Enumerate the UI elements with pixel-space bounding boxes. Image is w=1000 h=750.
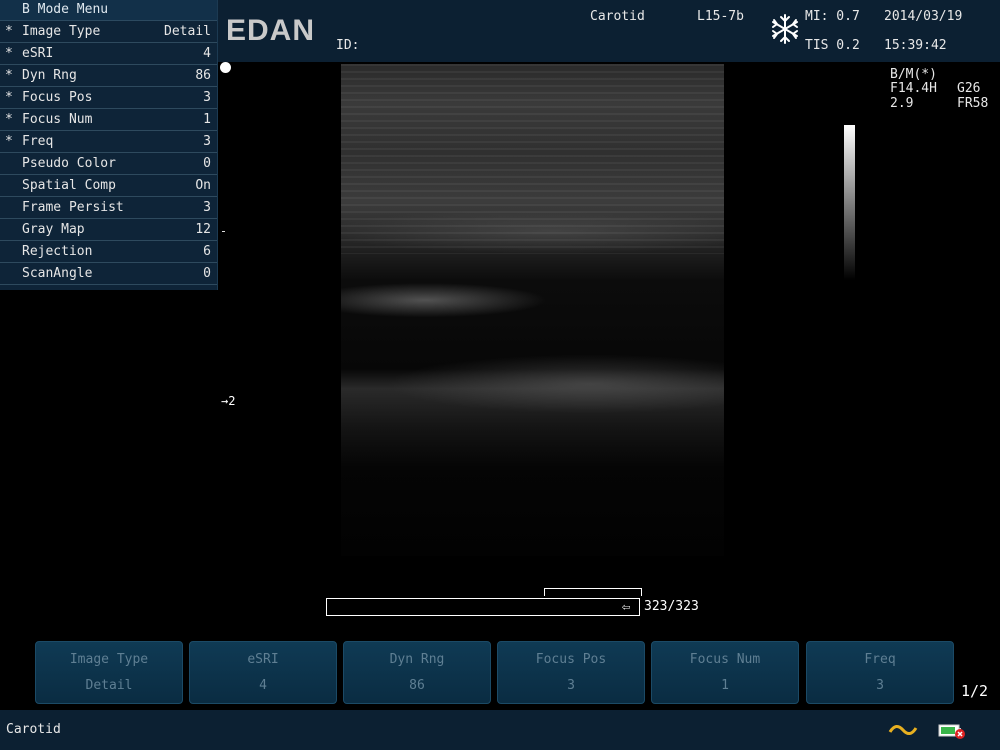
- time: 15:39:42: [884, 38, 947, 53]
- soft-key-title: eSRI: [247, 652, 279, 667]
- menu-item-label: ScanAngle: [22, 266, 93, 281]
- cine-arrow-icon[interactable]: ⇦: [622, 599, 630, 615]
- edan-logo: EDAN: [226, 14, 316, 47]
- footer-exam-type: Carotid: [6, 722, 61, 737]
- menu-item[interactable]: * Focus Pos 3: [0, 87, 217, 109]
- menu-item[interactable]: Gray Map 12: [0, 219, 217, 241]
- exam-type: Carotid: [590, 9, 645, 24]
- menu-item[interactable]: Spatial Comp On: [0, 175, 217, 197]
- soft-key-title: Image Type: [69, 652, 149, 667]
- status-bar: [0, 710, 1000, 750]
- menu-item[interactable]: * Freq 3: [0, 131, 217, 153]
- menu-item-value: 3: [203, 90, 211, 105]
- soft-key-value: 3: [567, 678, 575, 693]
- menu-item-label: Frame Persist: [22, 200, 124, 215]
- soft-key-value: Detail: [85, 678, 133, 693]
- menu-item-label: Gray Map: [22, 222, 85, 237]
- depth-tick: [222, 231, 225, 232]
- menu-item-label: Freq: [22, 134, 54, 149]
- cine-range-bracket: [544, 588, 642, 596]
- soft-key-button[interactable]: Freq 3: [806, 641, 954, 704]
- menu-item-label: Pseudo Color: [22, 156, 116, 171]
- modified-marker: *: [5, 46, 13, 61]
- menu-item-value: 6: [203, 244, 211, 259]
- menu-item[interactable]: Pseudo Color 0: [0, 153, 217, 175]
- menu-item-label: Image Type: [22, 24, 101, 39]
- menu-item-label: Focus Num: [22, 112, 93, 127]
- menu-item-value: 12: [195, 222, 211, 237]
- mi-value: MI: 0.7: [805, 9, 860, 24]
- mode-label: B/M(*): [890, 67, 937, 82]
- gain-label: G26: [957, 81, 981, 96]
- menu-item-value: 3: [203, 134, 211, 149]
- soft-key-title: Focus Pos: [535, 652, 607, 667]
- menu-item-value: On: [195, 178, 211, 193]
- probe-name: L15-7b: [697, 9, 744, 24]
- patient-id-label: ID:: [336, 38, 360, 53]
- date: 2014/03/19: [884, 9, 963, 24]
- menu-item-label: eSRI: [22, 46, 54, 61]
- modified-marker: *: [5, 134, 13, 149]
- menu-item[interactable]: * eSRI 4: [0, 43, 217, 65]
- menu-item[interactable]: * Image Type Detail: [0, 21, 217, 43]
- menu-title: B Mode Menu: [0, 0, 217, 21]
- tissue-texture: [341, 64, 724, 254]
- soft-key-button[interactable]: Dyn Rng 86: [343, 641, 491, 704]
- menu-item[interactable]: ScanAngle 0: [0, 263, 217, 285]
- menu-item-label: Spatial Comp: [22, 178, 116, 193]
- soft-key-button[interactable]: Focus Pos 3: [497, 641, 645, 704]
- soft-key-title: Dyn Rng: [389, 652, 445, 667]
- menu-item-label: Focus Pos: [22, 90, 93, 105]
- frame-rate-label: FR58: [957, 96, 989, 111]
- menu-item[interactable]: * Dyn Rng 86: [0, 65, 217, 87]
- modified-marker: *: [5, 112, 13, 127]
- menu-item-value: 3: [203, 200, 211, 215]
- wave-icon: [888, 725, 918, 735]
- soft-key-button[interactable]: Image Type Detail: [35, 641, 183, 704]
- menu-item[interactable]: * Focus Num 1: [0, 109, 217, 131]
- soft-key-button[interactable]: eSRI 4: [189, 641, 337, 704]
- soft-key-button[interactable]: Focus Num 1: [651, 641, 799, 704]
- orientation-marker: [220, 62, 231, 73]
- soft-key-value: 1: [721, 678, 729, 693]
- menu-item-value: 0: [203, 266, 211, 281]
- cine-scrollbar[interactable]: [326, 598, 640, 616]
- menu-item-value: 86: [195, 68, 211, 83]
- frequency-label: F14.4H: [890, 81, 937, 96]
- modified-marker: *: [5, 68, 13, 83]
- modified-marker: *: [5, 90, 13, 105]
- menu-item-label: Rejection: [22, 244, 93, 259]
- menu-item[interactable]: Rejection 6: [0, 241, 217, 263]
- page-indicator[interactable]: 1/2: [961, 682, 988, 700]
- b-mode-menu: B Mode Menu * Image Type Detail * eSRI 4 * Dyn …: [0, 0, 218, 290]
- grayscale-bar: [844, 125, 855, 280]
- menu-item-value: 0: [203, 156, 211, 171]
- menu-item-value: 4: [203, 46, 211, 61]
- menu-item-label: Dyn Rng: [22, 68, 77, 83]
- menu-item-value: 1: [203, 112, 211, 127]
- soft-key-value: 4: [259, 678, 267, 693]
- tis-value: TIS 0.2: [805, 38, 860, 53]
- soft-key-value: 86: [409, 678, 425, 693]
- soft-key-value: 3: [876, 678, 884, 693]
- soft-key-title: Freq: [864, 652, 896, 667]
- cine-frame-counter: 323/323: [644, 599, 699, 614]
- battery-icon: [938, 724, 965, 739]
- focus-position-marker: →2: [221, 394, 236, 408]
- menu-item[interactable]: Frame Persist 3: [0, 197, 217, 219]
- modified-marker: *: [5, 24, 13, 39]
- soft-key-title: Focus Num: [689, 652, 761, 667]
- menu-item-value: Detail: [164, 24, 211, 39]
- depth-label: 2.9: [890, 96, 914, 111]
- snowflake-icon[interactable]: [768, 12, 802, 46]
